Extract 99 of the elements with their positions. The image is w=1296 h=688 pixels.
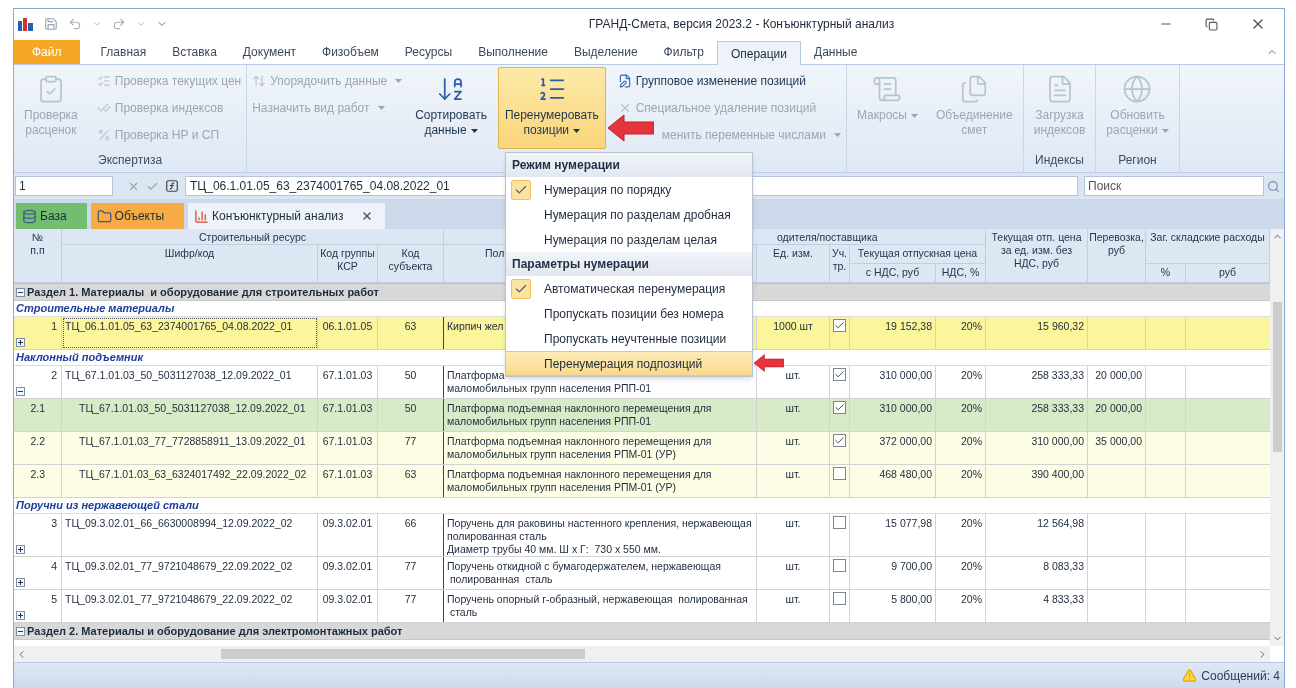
column-header: Уч. тр. xyxy=(830,245,850,283)
table-cell: 77 xyxy=(378,590,444,622)
table-cell: шт. xyxy=(757,557,830,589)
table-cell: 20% xyxy=(936,432,986,464)
table-cell: 50 xyxy=(378,366,444,398)
table-cell: 390 400,00 xyxy=(986,465,1088,497)
group-title: Поручни из нержавеющей стали xyxy=(16,499,199,512)
table-cell: 20% xyxy=(936,317,986,349)
table-cell: 1000 шт xyxy=(757,317,830,349)
table-cell: 67.1.01.03 xyxy=(318,366,378,398)
table-cell: 20% xyxy=(936,366,986,398)
table-cell: Платформа подъемная наклонного перемещения для маломобильных групп населения РПП-01 xyxy=(444,399,757,431)
table-cell: 50 xyxy=(378,399,444,431)
table-cell: 258 333,33 xyxy=(986,366,1088,398)
row-number: 2.1 xyxy=(30,402,45,415)
table-cell: 15 960,32 xyxy=(986,317,1088,349)
table-cell: 20% xyxy=(936,514,986,556)
table-cell: Платформа подъемная наклонного перемещения для маломобильных групп населения РПМ-01 (УР) xyxy=(444,432,757,464)
row-number: 2 xyxy=(51,369,57,382)
table-cell: 20 000,00 xyxy=(1088,366,1146,398)
table-cell: 258 333,33 xyxy=(986,399,1088,431)
column-header: Код группы КСР xyxy=(318,245,378,283)
table-cell: 06.1.01.05 xyxy=(318,317,378,349)
table-cell: 09.3.02.01 xyxy=(318,557,378,589)
table-cell: Поручень для раковины настенного крепления, нержавеющая полированная сталь Диаметр трубы 40 мм. Ш х Г: 730 х 550 мм. xyxy=(444,514,757,556)
table-cell: 20% xyxy=(936,465,986,497)
menu-section-title: Режим нумерации xyxy=(506,153,752,177)
table-cell: ТЦ_09.3.02.01_77_9721048679_22.09.2022_02 xyxy=(62,590,318,622)
table-cell: 20% xyxy=(936,557,986,589)
column-header: Строительный ресурс xyxy=(62,229,444,245)
table-cell: 19 152,38 xyxy=(850,317,936,349)
row-number: 2.2 xyxy=(30,435,45,448)
table-cell: шт. xyxy=(757,465,830,497)
group-title: Наклонный подъемник xyxy=(16,351,143,364)
table-cell: ТЦ_67.1.01.03_77_7728858911_13.09.2022_01 xyxy=(62,432,318,464)
ribbon-group-label: Индексы xyxy=(1035,152,1084,169)
table-cell: ТЦ_09.3.02.01_77_9721048679_22.09.2022_02 xyxy=(62,557,318,589)
table-cell: 77 xyxy=(378,557,444,589)
column-header: Перевозка, руб xyxy=(1088,229,1146,283)
tab-label: Конъюнктурный анализ xyxy=(212,208,345,225)
column-header: с НДС, руб xyxy=(850,264,936,283)
table-cell: 77 xyxy=(378,432,444,464)
tab-label: Объекты xyxy=(114,208,166,225)
table-cell: шт. xyxy=(757,514,830,556)
column-header: Шифр/код xyxy=(62,245,318,283)
table-cell: шт. xyxy=(757,590,830,622)
row-number: 3 xyxy=(51,517,57,530)
menu-section-title: Параметры нумерации xyxy=(506,252,752,276)
table-cell: 310 000,00 xyxy=(986,432,1088,464)
table-cell: 67.1.01.03 xyxy=(318,432,378,464)
table-cell: Поручень опорный г-образный, нержавеющая полированная сталь xyxy=(444,590,757,622)
table-cell: 468 480,00 xyxy=(850,465,936,497)
table-cell: 12 564,98 xyxy=(986,514,1088,556)
column-header: № п.п xyxy=(14,229,62,283)
table-cell: 67.1.01.03 xyxy=(318,465,378,497)
table-cell: 5 800,00 xyxy=(850,590,936,622)
column-header: НДС, % xyxy=(936,264,986,283)
column-header: % xyxy=(1146,264,1186,283)
table-cell: 8 083,33 xyxy=(986,557,1088,589)
group-title: Строительные материалы xyxy=(16,302,175,315)
table-cell: шт. xyxy=(757,432,830,464)
table-cell: 20% xyxy=(936,399,986,431)
table-cell: 67.1.01.03 xyxy=(318,399,378,431)
table-cell: 372 000,00 xyxy=(850,432,936,464)
column-header: Текущая отпускная цена xyxy=(850,245,986,264)
row-number: 1 xyxy=(51,320,57,333)
section-title: Раздел 1. Материалы и оборудование для строительных работ xyxy=(27,285,379,299)
column-header: Текущая отп. цена за ед. изм. без НДС, руб xyxy=(986,229,1088,283)
table-cell: ТЦ_06.1.01.05_63_2374001765_04.08.2022_01 xyxy=(62,317,318,349)
section-title: Раздел 2. Материалы и оборудование для электромонтажных работ xyxy=(27,624,403,638)
ribbon-group-label: Регион xyxy=(1118,152,1157,169)
table-cell: 310 000,00 xyxy=(850,366,936,398)
table-cell: Поручень откидной с бумагодержателем, нержавеющая полированная сталь xyxy=(444,557,757,589)
table-cell: 66 xyxy=(378,514,444,556)
table-cell: ТЦ_67.1.01.03_63_6324017492_22.09.2022_02 xyxy=(62,465,318,497)
table-cell: 20% xyxy=(936,590,986,622)
table-cell: шт. xyxy=(757,399,830,431)
table-cell: 35 000,00 xyxy=(1088,432,1146,464)
table-cell: 09.3.02.01 xyxy=(318,514,378,556)
table-cell: 9 700,00 xyxy=(850,557,936,589)
row-number: 5 xyxy=(51,593,57,606)
table-cell: 63 xyxy=(378,465,444,497)
column-header: Ед. изм. xyxy=(757,245,830,283)
table-cell: 20 000,00 xyxy=(1088,399,1146,431)
ribbon-group-label: Экспертиза xyxy=(98,152,163,169)
table-cell: 09.3.02.01 xyxy=(318,590,378,622)
table-cell: ТЦ_09.3.02.01_66_6630008994_12.09.2022_02 xyxy=(62,514,318,556)
row-number: 4 xyxy=(51,560,57,573)
window-title: ГРАНД-Смета, версия 2023.2 - Конъюнктурный анализ xyxy=(587,16,896,33)
table-cell: 63 xyxy=(378,317,444,349)
table-cell: 4 833,33 xyxy=(986,590,1088,622)
table-cell: ТЦ_67.1.01.03_50_5031127038_12.09.2022_01 xyxy=(62,399,318,431)
column-header: Код субъекта xyxy=(378,245,444,283)
row-number: 2.3 xyxy=(30,468,45,481)
table-cell: 310 000,00 xyxy=(850,399,936,431)
table-cell: Платформа подъемная наклонного перемещения для маломобильных групп населения РПМ-01 (УР) xyxy=(444,465,757,497)
table-cell: 15 077,98 xyxy=(850,514,936,556)
table-cell: ТЦ_67.1.01.03_50_5031127038_12.09.2022_01 xyxy=(62,366,318,398)
tab-label: База xyxy=(40,208,68,225)
